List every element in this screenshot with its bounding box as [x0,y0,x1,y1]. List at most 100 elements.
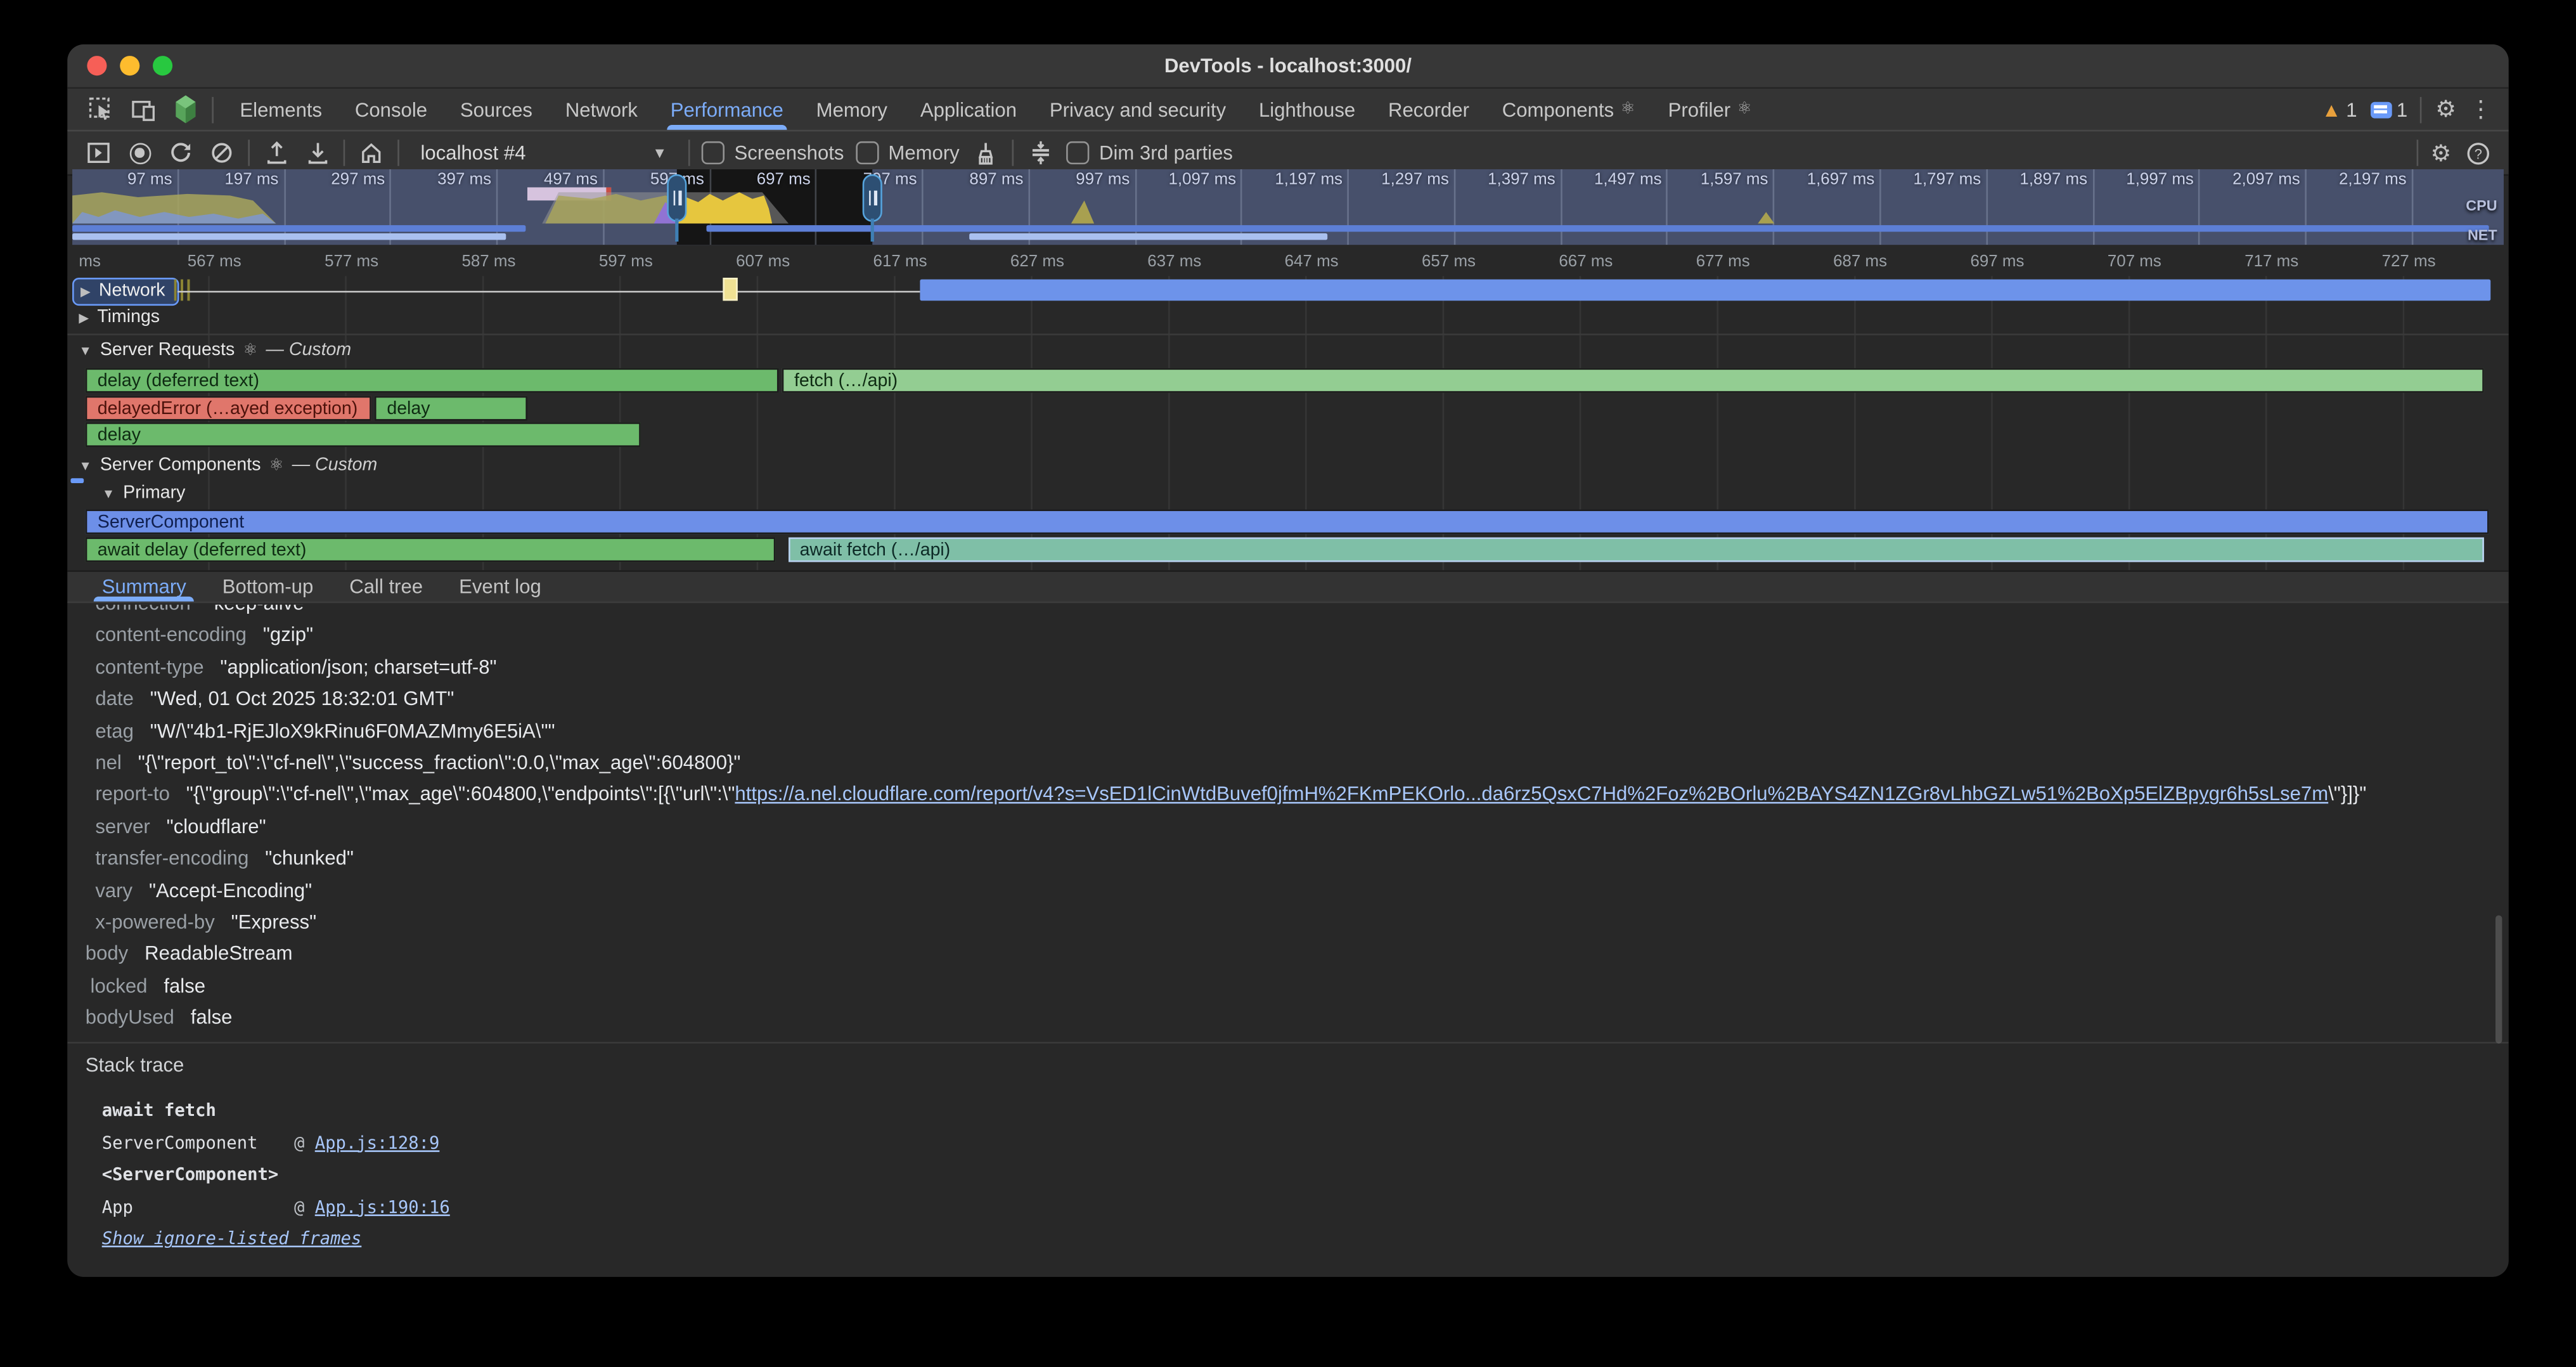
timeline-event-delayederror-ayed-exception[interactable]: delayedError (…ayed exception) [86,395,371,420]
warnings-badge[interactable]: ▲ 1 [2322,98,2357,120]
toggle-sidebar-icon[interactable] [84,138,113,168]
tab-sources[interactable]: Sources [444,89,549,130]
property-key: content-type [95,656,203,678]
tab-profiler[interactable]: Profiler⚛ [1652,89,1768,130]
timeline-event-delay[interactable]: delay [375,395,527,420]
property-row-report-to: report-to"{\"group\":\"cf-nel\",\"max_ag… [67,780,2508,812]
inspect-element-icon[interactable] [84,94,117,124]
profile-select[interactable]: localhost #4 ▼ [411,138,677,168]
screenshots-checkbox[interactable] [702,141,724,164]
property-key: etag [95,719,134,742]
track-server-components-header[interactable]: ▼ Server Components ⚛ — Custom [79,455,377,475]
overview-net-bar [72,225,525,231]
home-icon[interactable] [356,138,386,168]
track-timings-label[interactable]: ▶ Timings [79,308,160,327]
window-right-handle[interactable] [863,174,882,222]
property-row-vary: vary"Accept-Encoding" [67,875,2508,907]
tab-privacy-and-security[interactable]: Privacy and security [1033,89,1242,130]
property-row-date: date"Wed, 01 Oct 2025 18:32:01 GMT" [67,684,2508,716]
shortcuts-dialog-icon[interactable] [1025,138,1055,168]
track-network-label[interactable]: ▶ Network [72,278,178,306]
track-server-requests-header[interactable]: ▼ Server Requests ⚛ — Custom [79,340,351,360]
tab-label: Privacy and security [1050,98,1226,120]
close-window-button[interactable] [87,56,106,75]
collect-garbage-icon[interactable] [971,138,1001,168]
tab-network[interactable]: Network [549,89,654,130]
timeline-event-servercomponent[interactable]: ServerComponent [86,509,2489,534]
network-request-whisker [177,290,920,292]
details-tab-call-tree[interactable]: Call tree [332,572,441,602]
network-event-marker[interactable] [723,278,737,301]
timeline-event-fetch-api[interactable]: fetch (…/api) [783,368,2485,393]
main-tab-bar: ElementsConsoleSourcesNetworkPerformance… [67,89,2508,131]
tab-lighthouse[interactable]: Lighthouse [1242,89,1372,130]
property-row-content-type: content-type"application/json; charset=u… [67,652,2508,684]
help-icon[interactable]: ? [2463,138,2492,168]
ruler-tick: 647 ms [1285,253,1339,271]
dim-3rd-parties-checkbox-item[interactable]: Dim 3rd parties [1066,141,1233,164]
capture-settings-gear-icon[interactable]: ⚙ [2430,139,2451,167]
clear-button[interactable] [207,138,237,168]
property-row-body: bodyReadableStream [67,939,2508,971]
dim-3rd-parties-checkbox[interactable] [1066,141,1089,164]
tab-application[interactable]: Application [904,89,1033,130]
property-value: false [164,974,205,997]
report-to-link[interactable]: https://a.nel.cloudflare.com/report/v4?s… [735,783,2328,806]
property-key: server [95,815,150,838]
track-divider [67,334,2508,335]
network-request-bar[interactable] [920,278,2490,300]
reload-and-record-button[interactable] [166,138,196,168]
timeline-overview[interactable]: 97 ms197 ms297 ms397 ms497 ms597 ms697 m… [72,169,2504,245]
tab-label: Profiler [1668,98,1731,120]
timeline-event-delay[interactable]: delay [86,422,641,447]
tab-recorder[interactable]: Recorder [1372,89,1486,130]
stack-trace-title: Stack trace [86,1053,184,1076]
property-row-connection: connection"keep-alive" [67,605,2508,620]
window-left-handle[interactable] [667,174,686,222]
tab-performance[interactable]: Performance [654,89,800,130]
property-value: "{\"group\":\"cf-nel\",\"max_age\":60480… [186,783,2366,806]
zoom-window-button[interactable] [153,56,172,75]
more-options-icon[interactable]: ⋮ [2470,95,2492,123]
divider [2418,139,2419,165]
tab-components[interactable]: Components⚛ [1486,89,1652,130]
message-icon [2370,101,2392,117]
net-strip-label: NET [2468,227,2497,243]
device-toolbar-icon[interactable] [127,94,160,124]
timeline-event-delay-deferred-text[interactable]: delay (deferred text) [86,368,779,393]
tab-elements[interactable]: Elements [223,89,338,130]
details-tab-bottom-up[interactable]: Bottom-up [204,572,332,602]
timeline-event-await-fetch-api[interactable]: await fetch (…/api) [788,536,2484,561]
frame-source-link[interactable]: App.js:190:16 [315,1198,450,1217]
screenshots-checkbox-item[interactable]: Screenshots [702,141,844,164]
frame-source-link[interactable]: App.js:128:9 [315,1133,440,1153]
ruler-tick: 587 ms [461,253,515,271]
property-row-nel: nel"{\"report_to\":\"cf-nel\",\"success_… [67,748,2508,779]
chevron-down-icon: ▼ [652,145,667,161]
settings-gear-icon[interactable]: ⚙ [2435,95,2456,123]
track-network-text: Network [99,281,165,301]
save-profile-icon[interactable] [302,138,332,168]
disclosure-triangle-icon: ▼ [102,486,115,500]
issues-badge[interactable]: 1 [2370,98,2407,120]
property-value: "{\"report_to\":\"cf-nel\",\"success_fra… [138,751,741,774]
scrollbar-thumb[interactable] [2496,916,2502,1044]
property-row-server: server"cloudflare" [67,812,2508,843]
show-ignore-listed-frames-link[interactable]: Show ignore-listed frames [102,1230,362,1250]
memory-checkbox-item[interactable]: Memory [856,141,960,164]
property-key: body [86,942,128,965]
record-button[interactable] [125,138,155,168]
track-primary-group[interactable]: ▼ Primary [102,483,186,503]
details-tab-summary[interactable]: Summary [84,572,204,602]
timeline-event-await-delay-deferred-text[interactable]: await delay (deferred text) [86,536,776,561]
minimize-window-button[interactable] [120,56,139,75]
details-tab-event-log[interactable]: Event log [441,572,560,602]
extension-gem-icon[interactable] [169,94,202,124]
divider [1012,139,1014,165]
ruler-tick: 667 ms [1559,253,1613,271]
memory-checkbox[interactable] [856,141,879,164]
tab-memory[interactable]: Memory [800,89,904,130]
tab-console[interactable]: Console [338,89,444,130]
load-profile-icon[interactable] [261,138,291,168]
property-value: "Wed, 01 Oct 2025 18:32:01 GMT" [150,687,454,710]
